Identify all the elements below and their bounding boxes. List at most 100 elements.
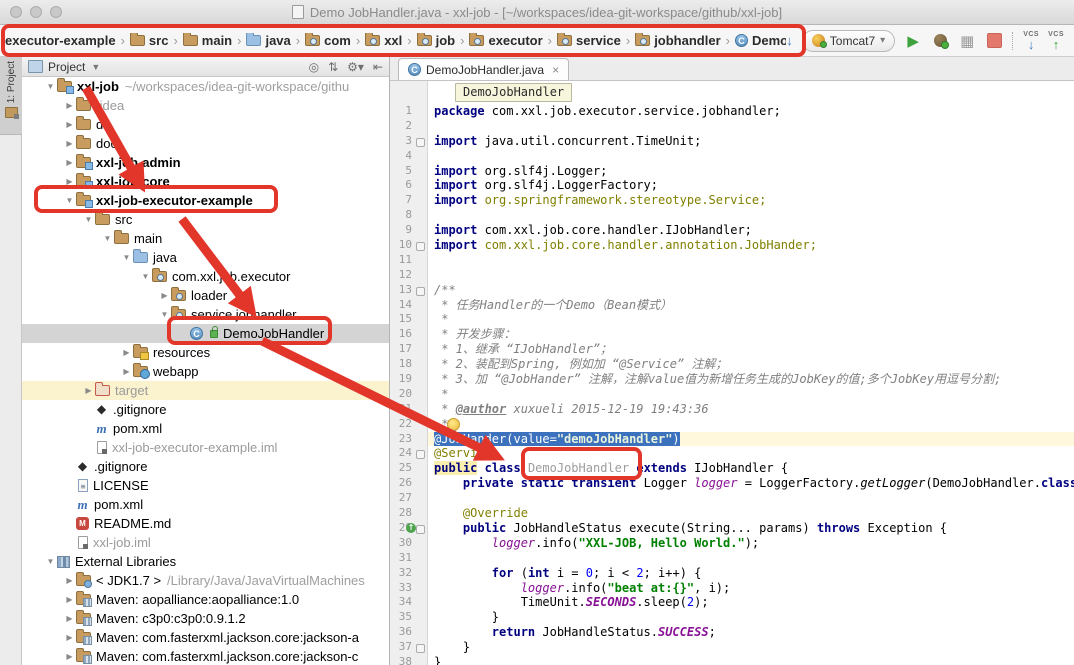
code-line-11[interactable] [428, 253, 1074, 268]
code-line-5[interactable]: import org.slf4j.Logger; [428, 164, 1074, 179]
fold-marker-icon[interactable] [416, 644, 425, 653]
breadcrumb-item-service[interactable]: service [557, 33, 621, 48]
code-line-7[interactable]: import org.springframework.stereotype.Se… [428, 193, 1074, 208]
fold-marker-icon[interactable] [416, 242, 425, 251]
run-button[interactable] [904, 32, 922, 50]
tree-item-xxl-job-executor-example[interactable]: ▼xxl-job-executor-example [22, 191, 389, 210]
tree-item-Maven: c3p0:c3p0:0.9.1.2[interactable]: ▶Maven: c3p0:c3p0:0.9.1.2 [22, 609, 389, 628]
breadcrumb-item-job[interactable]: job [417, 33, 456, 48]
overrides-icon[interactable]: ↑ [406, 523, 416, 533]
collapse-panel-icon[interactable]: ⇤ [373, 60, 383, 74]
code-line-17[interactable]: * 1、继承 “IJobHandler”； [428, 342, 1074, 357]
tree-item-Maven: com.fasterxml.jackson.core:jackson-c[interactable]: ▶Maven: com.fasterxml.jackson.core:jacks… [22, 647, 389, 665]
code-line-27[interactable] [428, 491, 1074, 506]
chevron-down-icon[interactable]: ▼ [91, 62, 100, 72]
vcs-commit-button[interactable]: VCS ↑ [1048, 31, 1064, 51]
code-area[interactable]: package com.xxl.job.executor.service.job… [428, 81, 1074, 665]
scroll-from-source-icon[interactable]: ⇅ [328, 60, 338, 74]
tree-open-arrow-icon[interactable]: ▼ [63, 196, 76, 205]
breadcrumb-item-main[interactable]: main [183, 33, 232, 48]
tree-item-README.md[interactable]: MREADME.md [22, 514, 389, 533]
code-line-31[interactable] [428, 551, 1074, 566]
code-line-3[interactable]: import java.util.concurrent.TimeUnit; [428, 134, 1074, 149]
code-line-28[interactable]: @Override [428, 506, 1074, 521]
tree-item-Maven: aopalliance:aopalliance:1.0[interactable]: ▶Maven: aopalliance:aopalliance:1.0 [22, 590, 389, 609]
tree-open-arrow-icon[interactable]: ▼ [120, 253, 133, 262]
tree-closed-arrow-icon[interactable]: ▶ [63, 158, 76, 167]
code-line-35[interactable]: } [428, 610, 1074, 625]
stop-button[interactable] [985, 32, 1003, 50]
code-line-16[interactable]: * 开发步骤： [428, 327, 1074, 342]
tree-open-arrow-icon[interactable]: ▼ [158, 310, 171, 319]
breadcrumb-item-src[interactable]: src [130, 33, 169, 48]
tree-open-arrow-icon[interactable]: ▼ [101, 234, 114, 243]
code-line-30[interactable]: logger.info("XXL-JOB, Hello World."); [428, 536, 1074, 551]
tree-item-.gitignore[interactable]: ◆.gitignore [22, 457, 389, 476]
tree-item-webapp[interactable]: ▶webapp [22, 362, 389, 381]
tree-item-< JDK1.7 >[interactable]: ▶< JDK1.7 >/Library/Java/JavaVirtualMach… [22, 571, 389, 590]
tree-closed-arrow-icon[interactable]: ▶ [158, 291, 171, 300]
code-line-1[interactable]: package com.xxl.job.executor.service.job… [428, 104, 1074, 119]
tree-item-xxl-job.iml[interactable]: xxl-job.iml [22, 533, 389, 552]
tree-item-xxl-job-core[interactable]: ▶xxl-job-core [22, 172, 389, 191]
breadcrumb-item-com[interactable]: com [305, 33, 351, 48]
code-line-36[interactable]: return JobHandleStatus.SUCCESS; [428, 625, 1074, 640]
code-line-25[interactable]: public class DemoJobHandler extends IJob… [428, 461, 1074, 476]
code-line-26[interactable]: private static transient Logger logger =… [428, 476, 1074, 491]
code-line-6[interactable]: import org.slf4j.LoggerFactory; [428, 178, 1074, 193]
code-line-21[interactable]: * @author xuxueli 2015-12-19 19:43:36 [428, 402, 1074, 417]
breadcrumb-item-xxl[interactable]: xxl [365, 33, 402, 48]
breadcrumb-item-executor[interactable]: executor [469, 33, 542, 48]
tree-closed-arrow-icon[interactable]: ▶ [63, 576, 76, 585]
tree-item-pom.xml[interactable]: mpom.xml [22, 419, 389, 438]
fold-marker-icon[interactable] [416, 138, 425, 147]
tree-closed-arrow-icon[interactable]: ▶ [63, 652, 76, 661]
navbar-down-arrow-icon[interactable]: ↓ [786, 33, 793, 48]
editor-tab-demojobhandler[interactable]: C DemoJobHandler.java × [398, 58, 569, 80]
debug-button[interactable] [931, 32, 949, 50]
run-configuration-select[interactable]: Tomcat7 ▾ [802, 30, 895, 52]
tree-item-src[interactable]: ▼src [22, 210, 389, 229]
tree-item-loader[interactable]: ▶loader [22, 286, 389, 305]
code-line-32[interactable]: for (int i = 0; i < 2; i++) { [428, 566, 1074, 581]
project-tool-window-tab[interactable]: 1: Project [0, 57, 22, 135]
tree-closed-arrow-icon[interactable]: ▶ [120, 348, 133, 357]
tree-item-xxl-job[interactable]: ▼xxl-job~/workspaces/idea-git-workspace/… [22, 77, 389, 96]
fold-marker-icon[interactable] [416, 450, 425, 459]
code-line-19[interactable]: * 3、加 “@JobHander” 注解，注解value值为新增任务生成的Jo… [428, 372, 1074, 387]
breadcrumb-item-executor-example[interactable]: executor-example [5, 33, 116, 48]
tree-open-arrow-icon[interactable]: ▼ [82, 215, 95, 224]
close-button[interactable] [10, 6, 22, 18]
tree-open-arrow-icon[interactable]: ▼ [44, 557, 57, 566]
code-line-12[interactable] [428, 268, 1074, 283]
code-line-20[interactable]: * [428, 387, 1074, 402]
breadcrumb-item-jobhandler[interactable]: jobhandler [635, 33, 720, 48]
code-line-38[interactable]: } [428, 655, 1074, 665]
code-line-15[interactable]: * [428, 312, 1074, 327]
fold-marker-icon[interactable] [416, 287, 425, 296]
tree-item-target[interactable]: ▶target [22, 381, 389, 400]
tree-open-arrow-icon[interactable]: ▼ [44, 82, 57, 91]
tree-item-doc[interactable]: ▶doc [22, 134, 389, 153]
code-line-24[interactable]: @Service [428, 446, 1074, 461]
zoom-button[interactable] [50, 6, 62, 18]
tree-item-java[interactable]: ▼java [22, 248, 389, 267]
code-line-23[interactable]: @JobHander(value="demoJobHandler") [428, 432, 1074, 447]
coverage-button[interactable] [958, 32, 976, 50]
code-line-37[interactable]: } [428, 640, 1074, 655]
code-line-4[interactable] [428, 149, 1074, 164]
tree-open-arrow-icon[interactable]: ▼ [139, 272, 152, 281]
tree-item-service.jobhandler[interactable]: ▼service.jobhandler [22, 305, 389, 324]
locate-file-icon[interactable]: ◎ [309, 60, 319, 74]
tree-closed-arrow-icon[interactable]: ▶ [63, 633, 76, 642]
tree-item-DemoJobHandler[interactable]: CDemoJobHandler [22, 324, 389, 343]
tree-item-resources[interactable]: ▶resources [22, 343, 389, 362]
code-line-10[interactable]: import com.xxl.job.core.handler.annotati… [428, 238, 1074, 253]
tree-item-xxl-job-executor-example.iml[interactable]: xxl-job-executor-example.iml [22, 438, 389, 457]
tree-closed-arrow-icon[interactable]: ▶ [63, 139, 76, 148]
tree-closed-arrow-icon[interactable]: ▶ [63, 614, 76, 623]
tree-item-pom.xml[interactable]: mpom.xml [22, 495, 389, 514]
code-line-34[interactable]: TimeUnit.SECONDS.sleep(2); [428, 595, 1074, 610]
code-line-14[interactable]: * 任务Handler的一个Demo（Bean模式） [428, 298, 1074, 313]
tree-item-xxl-job-admin[interactable]: ▶xxl-job-admin [22, 153, 389, 172]
